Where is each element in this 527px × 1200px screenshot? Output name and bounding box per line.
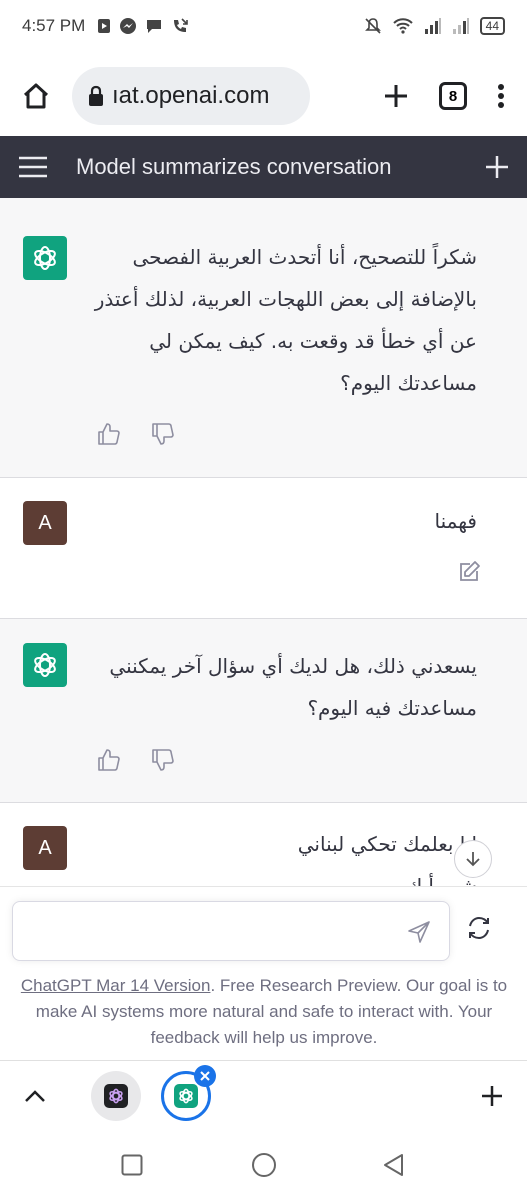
thumbs-down-icon[interactable] xyxy=(151,748,175,772)
browser-actions: 8 xyxy=(383,82,513,110)
send-icon[interactable] xyxy=(407,920,431,944)
home-icon xyxy=(23,83,49,109)
edit-icon[interactable] xyxy=(457,560,481,584)
tab-switcher-button[interactable]: 8 xyxy=(439,82,467,110)
chat-header: Model summarizes conversation xyxy=(0,136,527,198)
messenger-icon xyxy=(120,18,137,34)
url-text: ıat.openai.com xyxy=(112,82,270,109)
media-icon xyxy=(98,19,111,33)
battery-indicator: 44 xyxy=(479,17,505,35)
chevron-up-icon[interactable] xyxy=(24,1089,46,1103)
feedback-buttons xyxy=(97,422,175,446)
home-nav-button[interactable] xyxy=(251,1152,277,1178)
message-text: شكراً للتصحيح، أنا أتحدث العربية الفصحى … xyxy=(94,245,477,395)
arrow-down-icon xyxy=(466,852,480,867)
disclaimer-text: ChatGPT Mar 14 Version. Free Research Pr… xyxy=(20,976,508,1047)
openai-logo-icon xyxy=(34,246,56,270)
message-text: يسعدني ذلك، هل لديك أي سؤال آخر يمكنني م… xyxy=(109,654,477,720)
assistant-message: يسعدني ذلك، هل لديك أي سؤال آخر يمكنني م… xyxy=(0,619,527,802)
missed-call-icon xyxy=(174,18,189,32)
system-status-icons: 44 xyxy=(364,17,505,35)
status-bar: 4:57 PM 44 xyxy=(0,0,527,52)
browser-toolbar: ıat.openai.com 8 xyxy=(0,60,527,132)
address-bar[interactable]: ıat.openai.com xyxy=(72,67,310,125)
signal-2-icon xyxy=(452,18,469,34)
openai-logo-icon xyxy=(109,1088,123,1104)
message-text: انا بعلمك تحكي لبناني شو رأيك xyxy=(297,832,477,886)
tab-thumbnail[interactable] xyxy=(91,1071,141,1121)
bot-avatar xyxy=(23,236,67,280)
tab-favicon xyxy=(104,1084,128,1108)
back-button[interactable] xyxy=(382,1153,404,1177)
user-avatar: A xyxy=(23,826,67,870)
refresh-icon[interactable] xyxy=(466,915,492,941)
wifi-icon xyxy=(392,18,413,34)
new-chat-button[interactable] xyxy=(485,155,509,179)
close-tab-button[interactable] xyxy=(194,1065,216,1087)
bot-avatar xyxy=(23,643,67,687)
notification-icons xyxy=(97,17,189,35)
tab-favicon xyxy=(174,1084,198,1108)
browser-tab-strip xyxy=(0,1060,527,1130)
conversation-title: Model summarizes conversation xyxy=(76,154,392,179)
composer-area: ChatGPT Mar 14 Version. Free Research Pr… xyxy=(0,886,527,1058)
scroll-down-button[interactable] xyxy=(454,840,492,878)
thumbs-up-icon[interactable] xyxy=(97,422,121,446)
openai-logo-icon xyxy=(34,653,56,677)
signal-icon xyxy=(424,18,441,34)
mute-icon xyxy=(364,18,381,34)
home-button[interactable] xyxy=(14,74,58,118)
status-time: 4:57 PM xyxy=(22,16,86,35)
thumbs-up-icon[interactable] xyxy=(97,748,121,772)
user-message: A فهمنا xyxy=(0,478,527,618)
assistant-message: شكراً للتصحيح، أنا أتحدث العربية الفصحى … xyxy=(0,198,527,478)
close-icon xyxy=(200,1071,210,1081)
new-tab-button[interactable] xyxy=(383,83,409,109)
openai-logo-icon xyxy=(179,1088,193,1104)
user-avatar: A xyxy=(23,501,67,545)
feedback-buttons xyxy=(97,748,175,772)
system-nav-bar xyxy=(0,1132,527,1200)
more-vert-icon[interactable] xyxy=(497,83,505,109)
user-message: A انا بعلمك تحكي لبناني شو رأيك xyxy=(0,803,527,886)
hamburger-icon[interactable] xyxy=(18,155,48,179)
message-input[interactable] xyxy=(12,901,450,961)
add-tab-button[interactable] xyxy=(481,1085,503,1107)
thumbs-down-icon[interactable] xyxy=(151,422,175,446)
chat-bubble-icon xyxy=(147,20,162,33)
lock-icon xyxy=(89,85,103,106)
recents-button[interactable] xyxy=(121,1154,143,1176)
message-text: فهمنا xyxy=(434,509,477,533)
version-link[interactable]: ChatGPT Mar 14 Version xyxy=(21,976,211,995)
